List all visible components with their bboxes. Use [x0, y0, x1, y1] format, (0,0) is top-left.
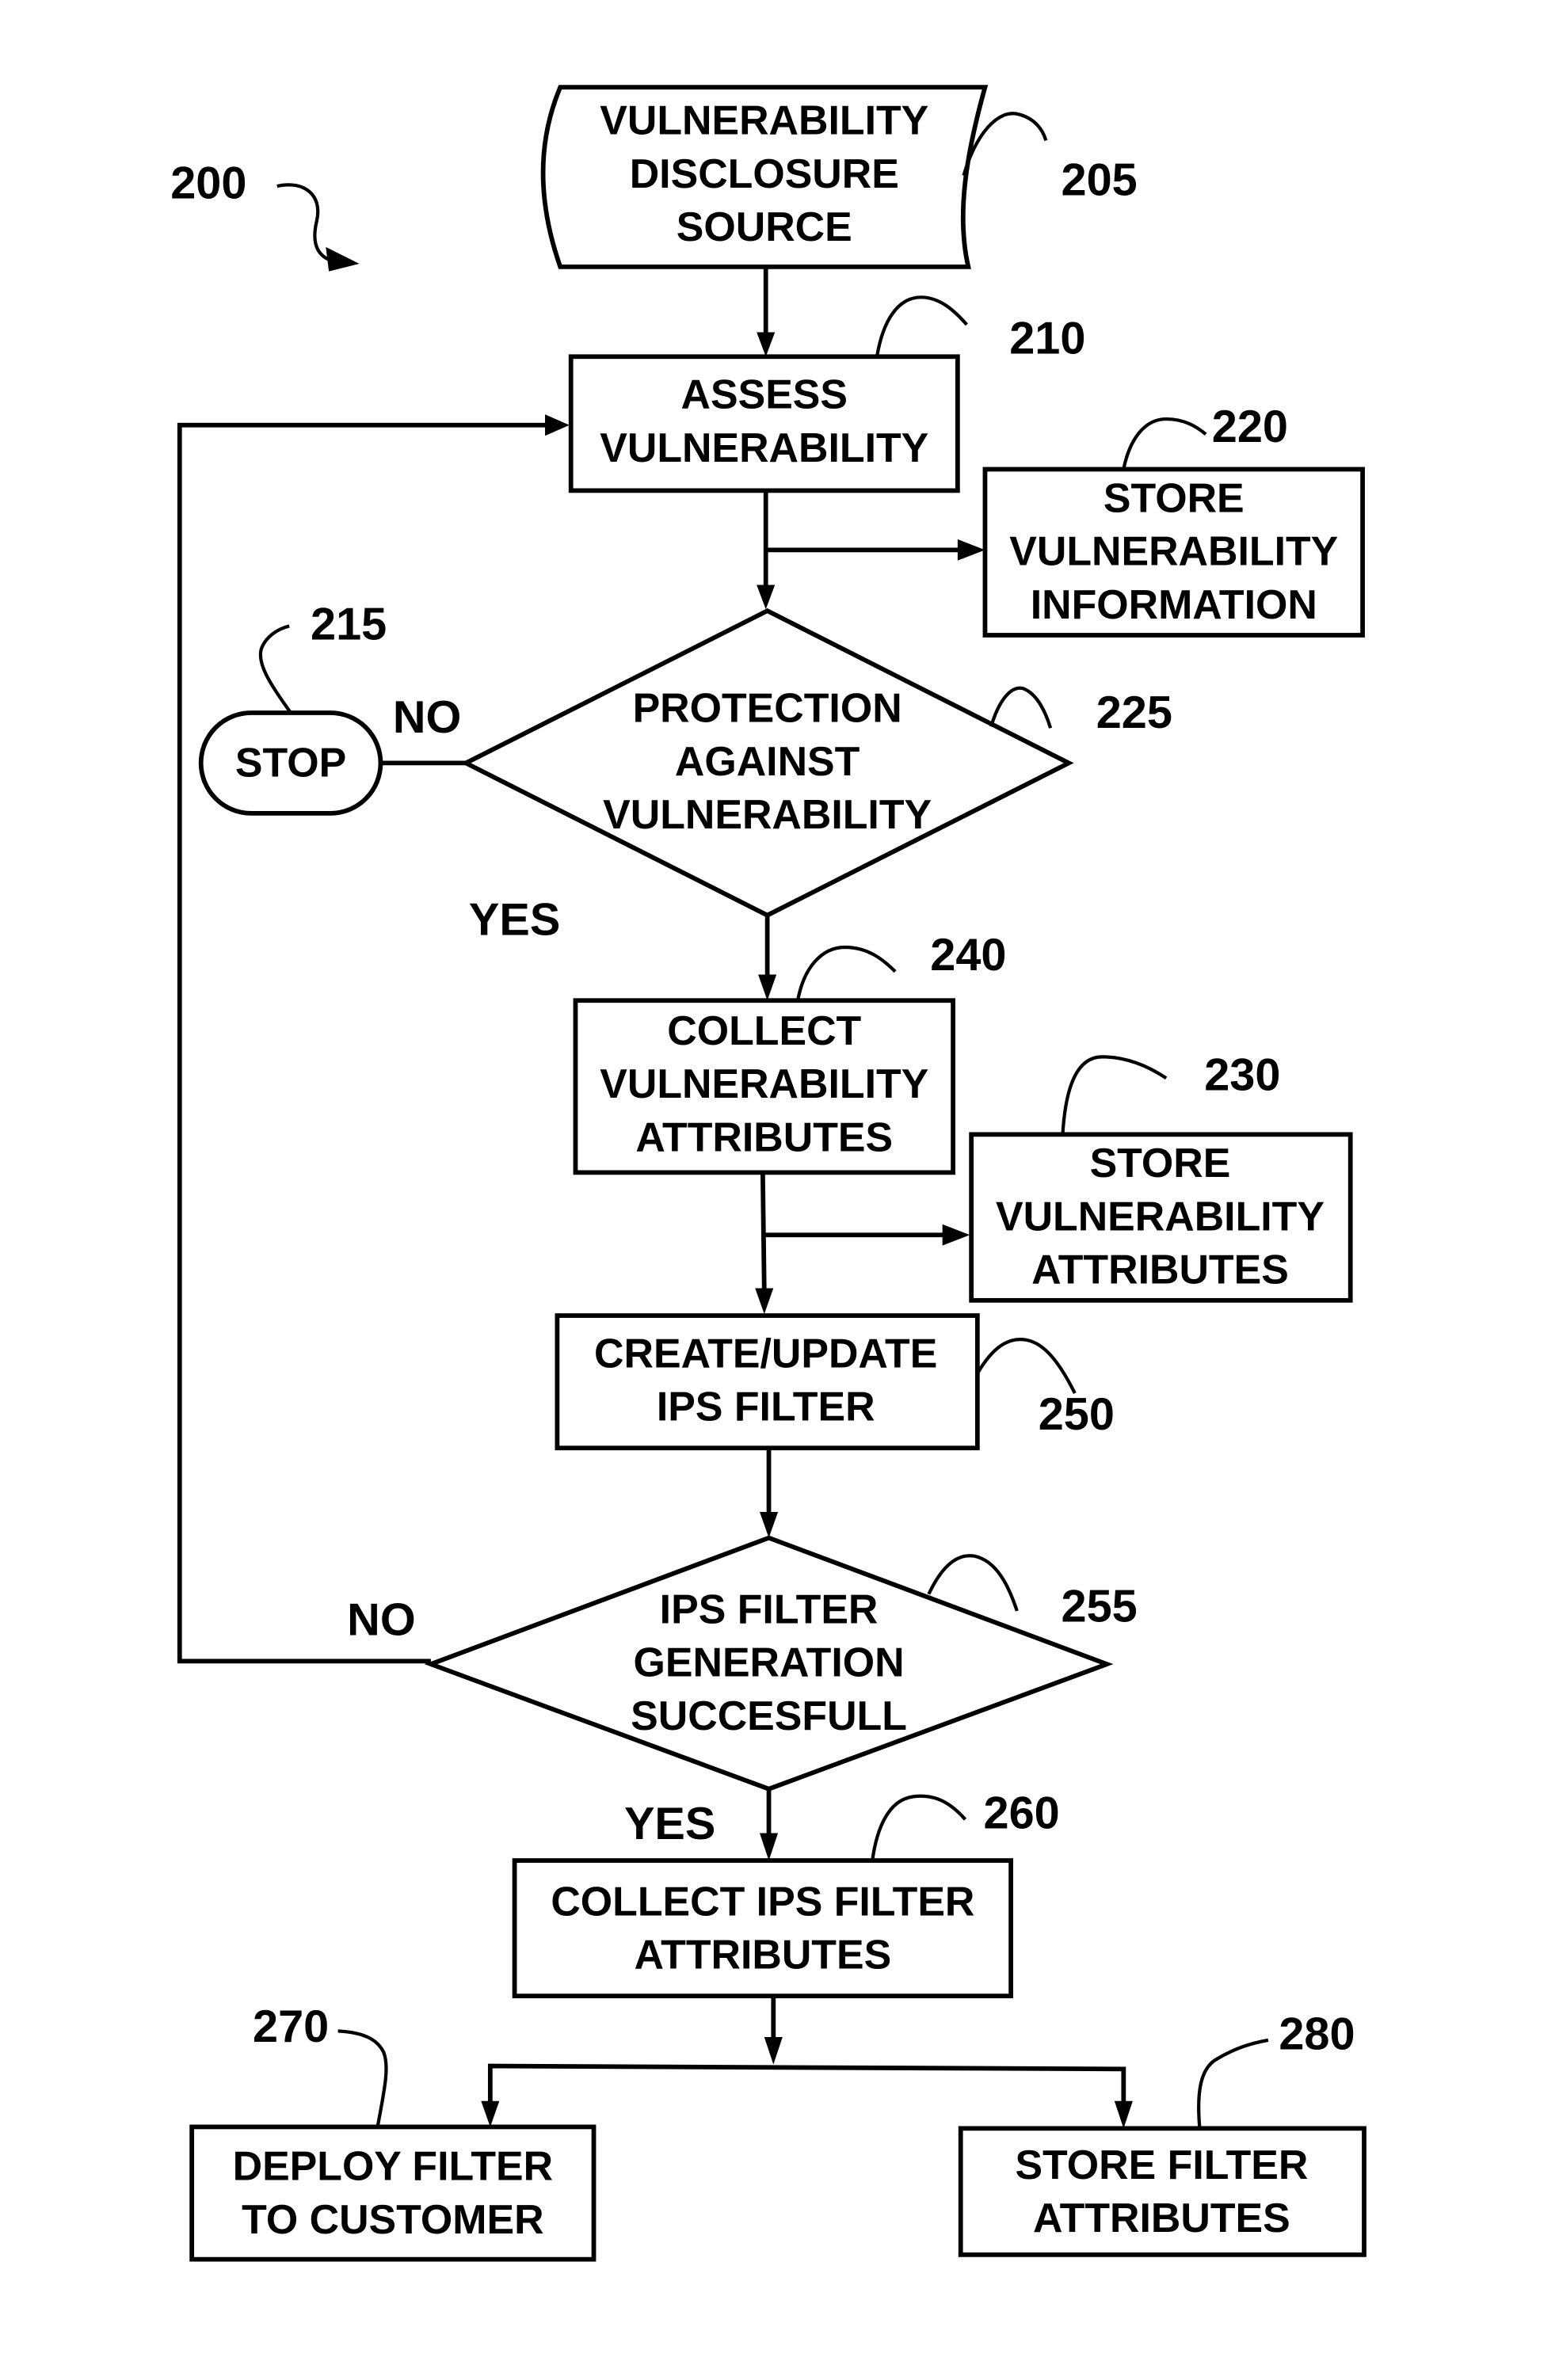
ref-280-leader — [1197, 2038, 1269, 2129]
ref-260: 260 — [984, 1788, 1060, 1839]
ref-250: 250 — [1039, 1389, 1115, 1440]
node-deploy-line-1: DEPLOY FILTER — [233, 2143, 553, 2189]
ref-240: 240 — [930, 930, 1006, 981]
ref-270: 270 — [253, 2001, 329, 2052]
node-store-info-line-2: VULNERABILITY — [1009, 528, 1338, 574]
connector-collect-create-arrowhead — [755, 1288, 774, 1315]
connector-assess-protection-arrowhead — [757, 585, 776, 610]
connector-collect-create — [760, 1172, 767, 1292]
ref-225: 225 — [1096, 687, 1172, 738]
node-create-line-1: CREATE/UPDATE — [594, 1330, 937, 1376]
connector-collect-ips-split-arrowhead — [764, 2037, 783, 2065]
node-create-line-2: IPS FILTER — [657, 1384, 875, 1430]
connector-to-deploy-arrowhead — [481, 2100, 500, 2127]
ref-240-leader — [795, 945, 897, 1001]
figure-ref: 200 — [170, 158, 246, 208]
ref-215-leader — [258, 624, 292, 714]
node-success-line-3: SUCCESFULL — [631, 1693, 907, 1738]
node-success-line-2: GENERATION — [634, 1639, 905, 1685]
connector-loop-back-arrowhead — [545, 414, 570, 436]
node-deploy-line-2: TO CUSTOMER — [242, 2196, 543, 2242]
connector-assess-store-info-arrowhead — [957, 539, 985, 561]
node-protection-line-2: AGAINST — [675, 738, 860, 784]
figure-ref-arrowhead — [326, 246, 360, 272]
branch-protection-no: NO — [393, 692, 461, 743]
connector-source-assess-arrowhead — [757, 332, 776, 357]
node-store-attrs-line-1: STORE — [1090, 1140, 1231, 1186]
node-collect-line-3: ATTRIBUTES — [635, 1114, 893, 1160]
node-collect-ips-line-2: ATTRIBUTES — [635, 1932, 892, 1978]
node-protection-line-3: VULNERABILITY — [603, 791, 932, 837]
node-disclosure-source-line-3: SOURCE — [677, 204, 852, 249]
node-store-info-line-1: STORE — [1103, 474, 1245, 520]
connector-success-collect-ips-arrowhead — [760, 1833, 779, 1861]
node-collect-ips-line-1: COLLECT IPS FILTER — [551, 1878, 974, 1924]
ref-205: 205 — [1062, 155, 1138, 206]
connector-create-success-arrowhead — [760, 1511, 779, 1538]
ref-280: 280 — [1279, 2009, 1355, 2059]
connector-protection-collect-arrowhead — [758, 974, 777, 1001]
node-collect-line-1: COLLECT — [667, 1007, 861, 1053]
ref-210: 210 — [1009, 313, 1085, 364]
connector-to-store-filter-arrowhead — [1114, 2100, 1133, 2129]
ref-260-leader — [871, 1794, 967, 1861]
node-assess-line-2: VULNERABILITY — [600, 425, 928, 470]
branch-success-no: NO — [347, 1595, 415, 1646]
node-store-attrs-line-2: VULNERABILITY — [996, 1193, 1325, 1239]
node-collect-line-2: VULNERABILITY — [600, 1061, 928, 1106]
node-disclosure-source-line-1: VULNERABILITY — [600, 97, 928, 143]
node-disclosure-source-line-2: DISCLOSURE — [630, 150, 899, 196]
connector-collect-store-attrs-arrowhead — [942, 1224, 970, 1246]
node-assess-line-1: ASSESS — [681, 371, 848, 417]
ref-215: 215 — [311, 600, 387, 650]
ref-220-leader — [1122, 417, 1207, 470]
node-protection-line-1: PROTECTION — [633, 685, 902, 731]
ref-270-leader — [337, 2029, 388, 2127]
ref-220: 220 — [1212, 402, 1288, 452]
connector-split-bar — [487, 2063, 1126, 2104]
flowchart: 200 VULNERABILITY DISCLOSURE SOURCE 205 … — [170, 85, 1367, 2262]
node-store-filter-line-1: STORE FILTER — [1015, 2142, 1308, 2188]
node-stop-label: STOP — [235, 740, 346, 786]
ref-210-leader — [875, 295, 968, 357]
branch-protection-yes: YES — [469, 895, 560, 946]
ref-230: 230 — [1204, 1050, 1280, 1101]
node-store-attrs-line-3: ATTRIBUTES — [1031, 1247, 1289, 1293]
node-store-info-line-3: INFORMATION — [1031, 581, 1317, 627]
ref-250-leader — [976, 1338, 1077, 1395]
node-store-filter-line-2: ATTRIBUTES — [1033, 2195, 1290, 2241]
ref-225-leader — [989, 686, 1053, 729]
branch-success-yes: YES — [624, 1799, 715, 1849]
node-success-line-1: IPS FILTER — [660, 1586, 879, 1632]
ref-255: 255 — [1062, 1581, 1138, 1632]
ref-230-leader — [1061, 1055, 1168, 1135]
